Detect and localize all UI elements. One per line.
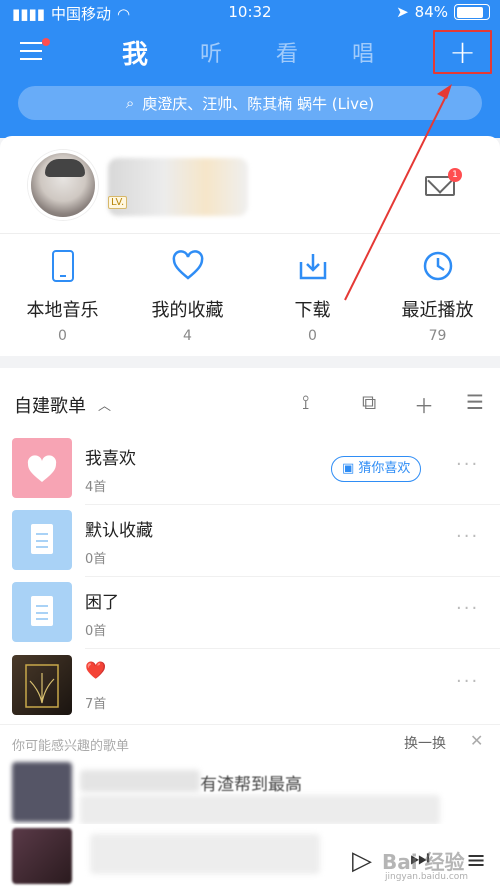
annotation-arrow [344,84,452,301]
